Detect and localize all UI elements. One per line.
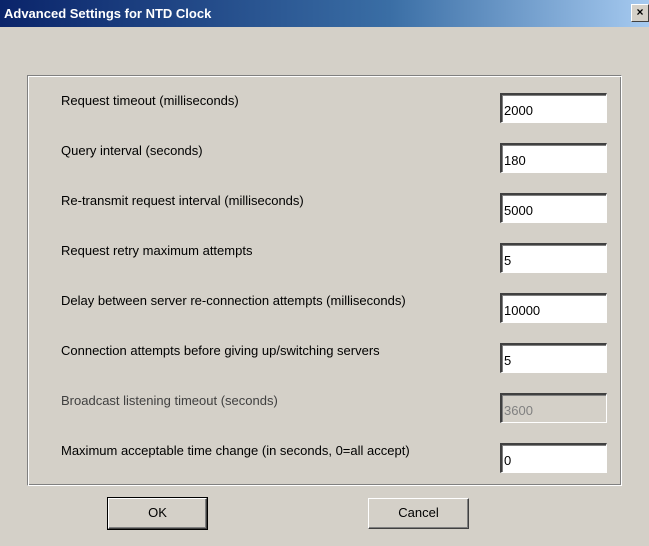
max-time-change-label: Maximum acceptable time change (in secon… (61, 443, 410, 458)
query-interval-input[interactable]: 180 (500, 143, 607, 173)
retry-attempts-input[interactable]: 5 (500, 243, 607, 273)
close-button[interactable]: × (631, 4, 649, 22)
window-title: Advanced Settings for NTD Clock (4, 6, 212, 21)
max-time-change-input[interactable]: 0 (500, 443, 607, 473)
broadcast-timeout-input: 3600 (500, 393, 607, 423)
query-interval-label: Query interval (seconds) (61, 143, 203, 158)
retransmit-interval-label: Re-transmit request interval (millisecon… (61, 193, 304, 208)
close-icon: × (636, 5, 644, 19)
request-timeout-label: Request timeout (milliseconds) (61, 93, 239, 108)
title-bar[interactable]: Advanced Settings for NTD Clock × (0, 0, 649, 27)
request-timeout-input[interactable]: 2000 (500, 93, 607, 123)
connection-attempts-label: Connection attempts before giving up/swi… (61, 343, 380, 358)
reconnect-delay-label: Delay between server re-connection attem… (61, 293, 406, 308)
reconnect-delay-input[interactable]: 10000 (500, 293, 607, 323)
cancel-button[interactable]: Cancel (368, 498, 469, 529)
broadcast-timeout-label: Broadcast listening timeout (seconds) (61, 393, 278, 408)
retry-attempts-label: Request retry maximum attempts (61, 243, 253, 258)
ok-button[interactable]: OK (107, 497, 208, 530)
connection-attempts-input[interactable]: 5 (500, 343, 607, 373)
settings-group: Request timeout (milliseconds) 2000 Quer… (27, 75, 622, 486)
retransmit-interval-input[interactable]: 5000 (500, 193, 607, 223)
